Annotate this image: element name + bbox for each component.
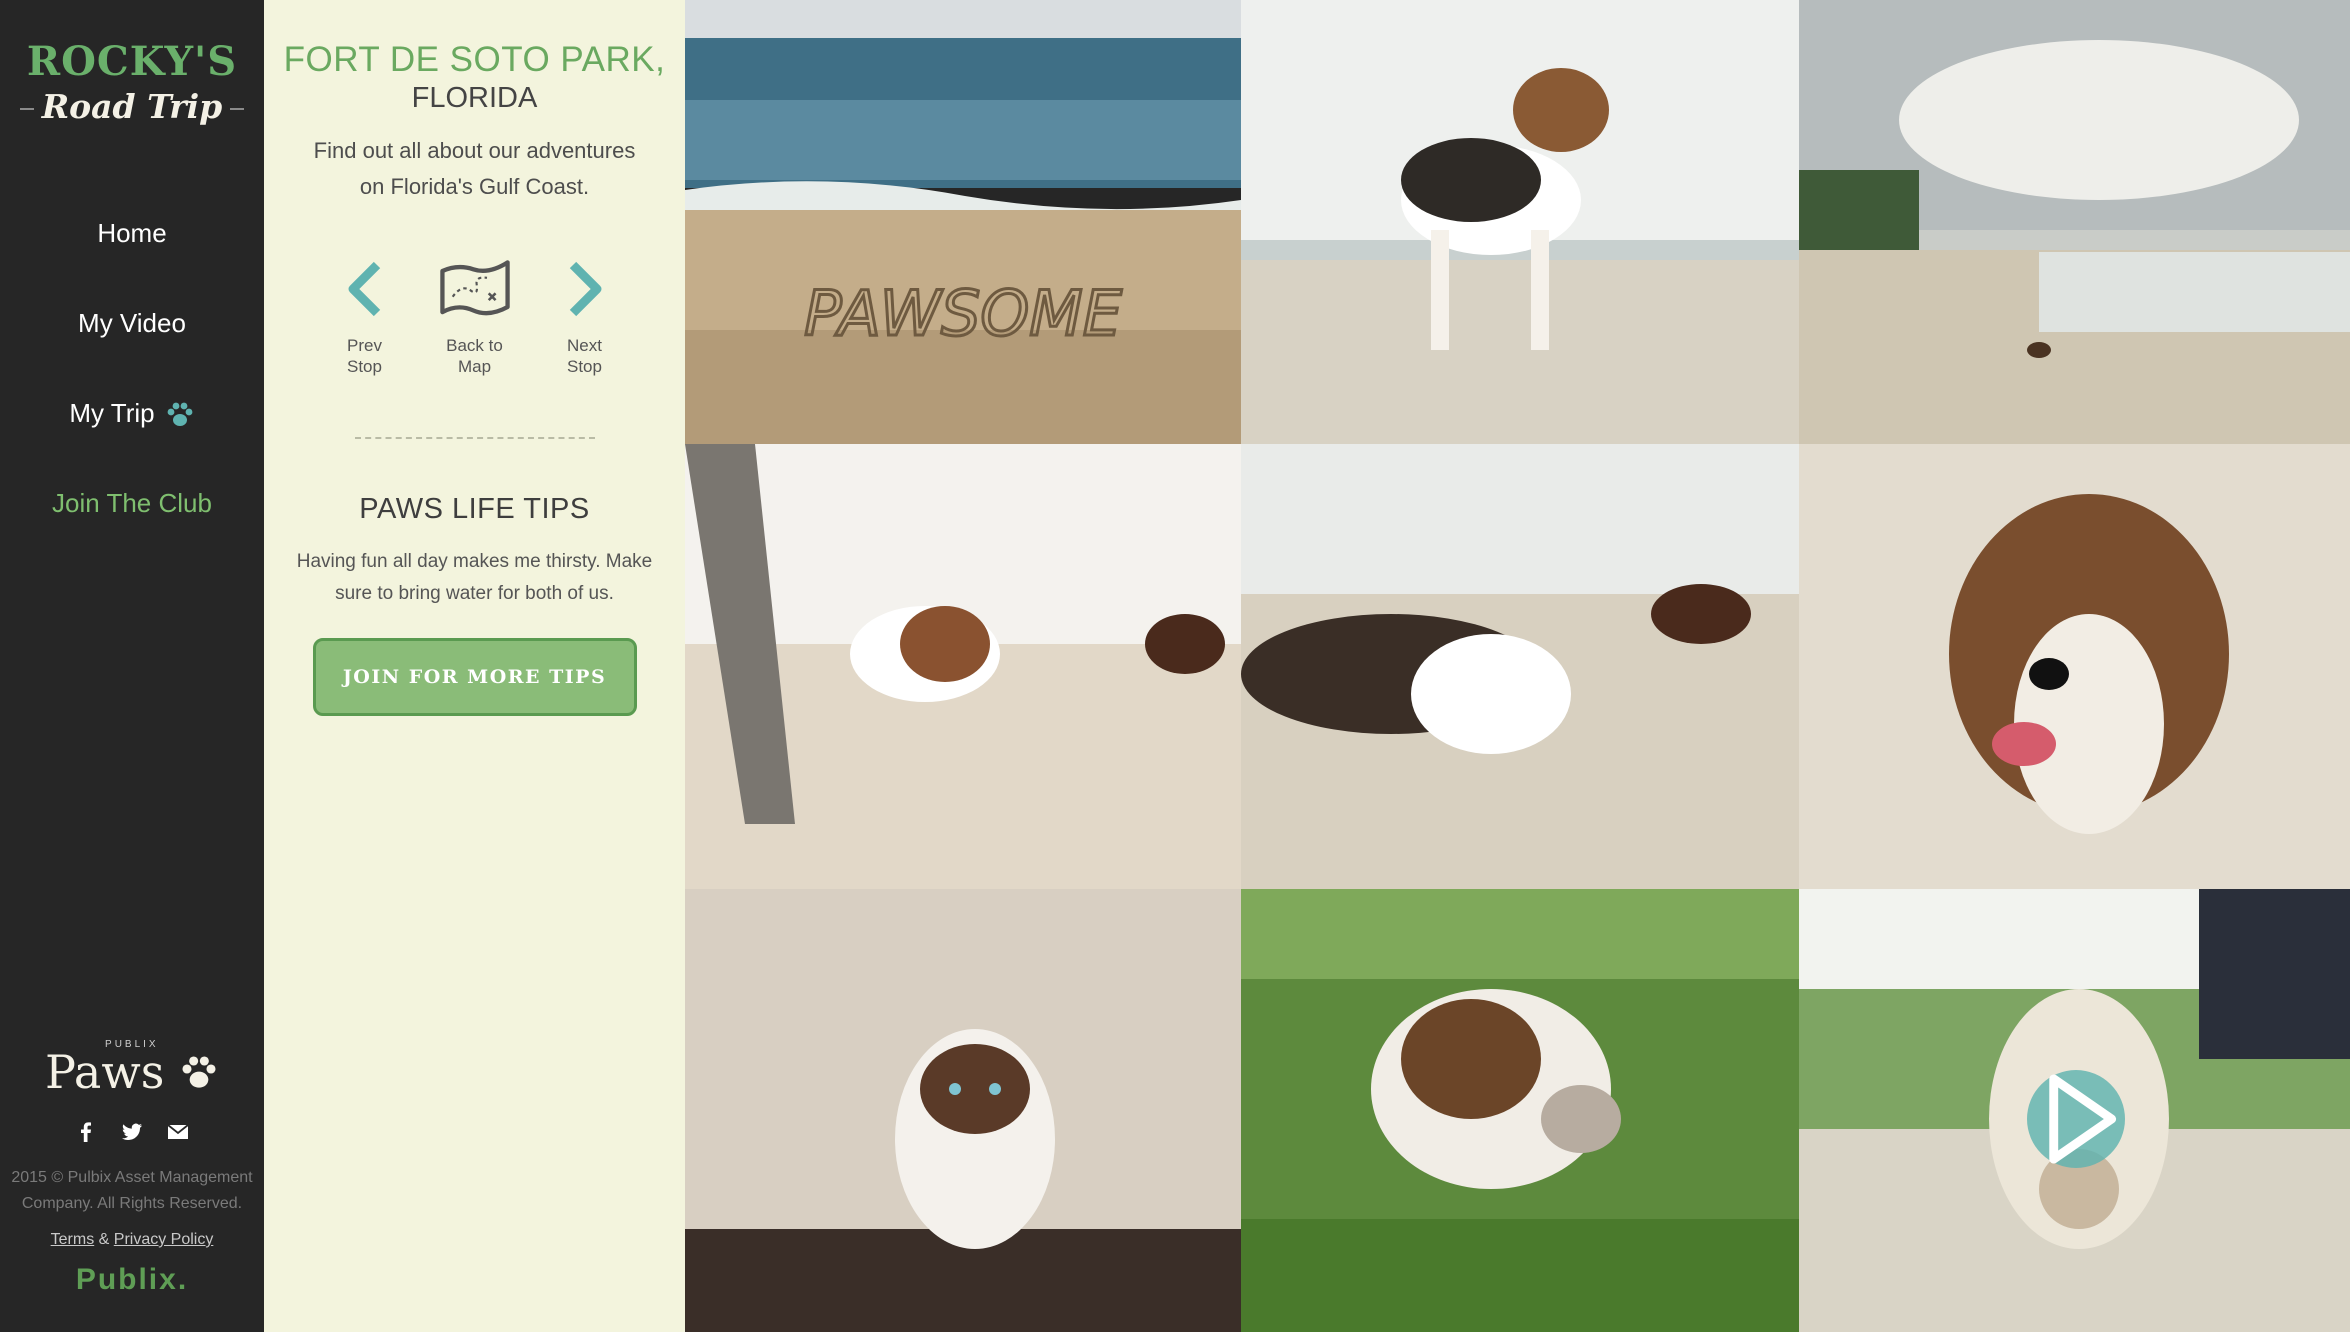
intro-text: Find out all about our adventures on Flo…: [313, 138, 636, 199]
location-title: FORT DE SOTO PARK,: [283, 40, 666, 79]
photo-cat[interactable]: [685, 889, 1241, 1332]
paw-logo-icon: [182, 1056, 216, 1088]
play-icon: [2049, 1074, 2117, 1164]
photo-beach-dogs-far[interactable]: [1799, 0, 2350, 444]
sand-text: PAWSOME: [804, 277, 1123, 350]
copyright: 2015 © Pulbix Asset Management Company. …: [11, 1169, 253, 1212]
nav-my-trip-label: My Trip: [69, 398, 155, 428]
next-stop-label: Next Stop: [567, 336, 602, 376]
photo-video-beagle[interactable]: [1799, 889, 2350, 1332]
join-for-more-tips-button[interactable]: JOIN FOR MORE TIPS: [312, 638, 637, 716]
privacy-policy-link[interactable]: Privacy Policy: [114, 1231, 214, 1248]
photo-beagle-standing[interactable]: [1241, 0, 1799, 444]
photo-beagle-and-lab[interactable]: [1241, 444, 1799, 889]
main-nav: Home My Video My Trip Join The Club: [0, 210, 264, 570]
publix-paws-logo[interactable]: PUBLIX Paws: [45, 1039, 219, 1099]
logo-title: ROCKY'S: [26, 38, 238, 85]
logo-subtitle: Road Trip: [0, 87, 264, 126]
divider: [354, 437, 595, 439]
paw-icon: [167, 402, 193, 427]
chevron-right-icon: [569, 261, 601, 317]
nav-join-the-club[interactable]: Join The Club: [0, 480, 264, 570]
terms-link[interactable]: Terms: [51, 1231, 95, 1248]
photo-beagle-walking-shore[interactable]: [685, 444, 1241, 889]
back-to-map-button[interactable]: Back to Map: [439, 253, 511, 377]
back-to-map-label: Back to Map: [446, 336, 503, 376]
prev-stop-label: Prev Stop: [347, 336, 382, 376]
nav-my-video[interactable]: My Video: [0, 300, 264, 390]
map-icon: [439, 260, 510, 316]
page: ROCKY'S Road Trip Home My Video My Trip …: [0, 0, 2350, 1332]
stop-navigation: Prev Stop Back to Map Next Stop: [264, 253, 685, 377]
publix-logo[interactable]: Publix.: [0, 1263, 264, 1297]
nav-my-trip[interactable]: My Trip: [0, 390, 264, 480]
legal-links: Terms & Privacy Policy: [50, 1231, 214, 1248]
play-video-button[interactable]: [2027, 1070, 2125, 1168]
stop-info-panel: FORT DE SOTO PARK, FLORIDA Find out all …: [264, 0, 685, 1332]
sidebar: ROCKY'S Road Trip Home My Video My Trip …: [0, 0, 264, 1332]
tips-text: Having fun all day makes me thirsty. Mak…: [296, 551, 653, 604]
social-links: [0, 1121, 264, 1143]
rockys-road-trip-logo[interactable]: ROCKY'S Road Trip: [0, 38, 264, 126]
prev-stop-button[interactable]: Prev Stop: [329, 253, 401, 377]
tips-title: PAWS LIFE TIPS: [359, 493, 590, 525]
photo-beagle-grass[interactable]: [1241, 889, 1799, 1332]
location-state: FLORIDA: [411, 82, 538, 114]
photo-grid: PAWSOME: [685, 0, 2350, 1332]
email-icon[interactable]: [167, 1121, 189, 1143]
photo-beagle-closeup[interactable]: [1799, 444, 2350, 889]
photo-pawsome-sand[interactable]: PAWSOME: [685, 0, 1241, 444]
twitter-icon[interactable]: [121, 1121, 143, 1143]
nav-home[interactable]: Home: [0, 210, 264, 300]
next-stop-button[interactable]: Next Stop: [549, 253, 621, 377]
facebook-icon[interactable]: [75, 1121, 97, 1143]
chevron-left-icon: [348, 261, 380, 317]
sidebar-footer: PUBLIX Paws 2015 © Pulbix Asset Manageme…: [0, 1039, 264, 1297]
